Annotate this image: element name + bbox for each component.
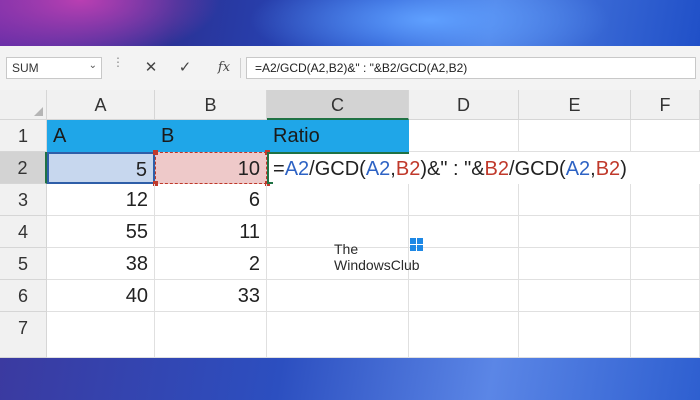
cell-f6[interactable] [631,280,700,312]
row-header-1[interactable]: 1 [0,120,47,152]
cell-a2[interactable]: 5 [47,152,155,184]
cancel-button[interactable]: ✕ [140,57,162,79]
cell-d5[interactable] [409,248,519,280]
cell-e7[interactable] [519,312,631,358]
divider [240,58,241,78]
column-header-b[interactable]: B [155,90,267,120]
cell-d1[interactable] [409,120,519,152]
cell-e1[interactable] [519,120,631,152]
desktop-wallpaper-bottom [0,358,700,400]
row-header-3[interactable]: 3 [0,184,47,216]
cell-e4[interactable] [519,216,631,248]
cell-b7[interactable] [155,312,267,358]
name-box-value: SUM [12,61,39,75]
formula-bar: SUM ⌄ ⋮ ✕ ✓ fx =A2/GCD(A2,B2)&" : "&B2/G… [0,46,700,91]
cell-d4[interactable] [409,216,519,248]
watermark: The WindowsClub [334,241,420,273]
cell-a4[interactable]: 55 [47,216,155,248]
cell-f1[interactable] [631,120,700,152]
windows-logo-icon [410,238,423,251]
watermark-line-2: WindowsClub [334,257,420,273]
formula-text: =A2/GCD(A2,B2)&" : "&B2/GCD(A2,B2) [255,61,468,75]
in-cell-formula[interactable]: =A2/GCD(A2,B2)&" : "&B2/GCD(A2,B2) [273,154,631,184]
cell-b4[interactable]: 11 [155,216,267,248]
row-header-4[interactable]: 4 [0,216,47,248]
cell-f3[interactable] [631,184,700,216]
cell-f7[interactable] [631,312,700,358]
cell-d3[interactable] [409,184,519,216]
row-header-6[interactable]: 6 [0,280,47,312]
desktop-wallpaper-top [0,0,700,46]
cell-e3[interactable] [519,184,631,216]
cell-f5[interactable] [631,248,700,280]
column-header-c[interactable]: C [267,90,409,120]
column-header-e[interactable]: E [519,90,631,120]
row-header-2[interactable]: 2 [0,152,47,184]
chevron-down-icon[interactable]: ⌄ [89,60,97,71]
cell-f4[interactable] [631,216,700,248]
insert-function-button[interactable]: fx [213,57,235,79]
enter-button[interactable]: ✓ [174,57,196,79]
cell-a5[interactable]: 38 [47,248,155,280]
cell-c7[interactable] [267,312,409,358]
cell-a1[interactable]: A [47,120,155,152]
resize-handle[interactable] [153,150,158,155]
column-header-d[interactable]: D [409,90,519,120]
cell-d6[interactable] [409,280,519,312]
drag-handle-icon[interactable]: ⋮ [112,56,124,68]
cell-c6[interactable] [267,280,409,312]
cell-a3[interactable]: 12 [47,184,155,216]
cell-e6[interactable] [519,280,631,312]
cell-c1[interactable]: Ratio [267,120,409,152]
cell-b1[interactable]: B [155,120,267,152]
cell-a7[interactable] [47,312,155,358]
spreadsheet-window: SUM ⌄ ⋮ ✕ ✓ fx =A2/GCD(A2,B2)&" : "&B2/G… [0,46,700,358]
column-header-f[interactable]: F [631,90,700,120]
cell-e5[interactable] [519,248,631,280]
select-all-button[interactable] [0,90,47,120]
cell-b6[interactable]: 33 [155,280,267,312]
column-header-a[interactable]: A [47,90,155,120]
name-box[interactable]: SUM ⌄ [6,57,102,79]
cell-c2-editing[interactable]: =A2/GCD(A2,B2)&" : "&B2/GCD(A2,B2) [267,152,631,184]
cell-b5[interactable]: 2 [155,248,267,280]
formula-input[interactable]: =A2/GCD(A2,B2)&" : "&B2/GCD(A2,B2) [246,57,696,79]
cell-c3[interactable] [267,184,409,216]
cell-b3[interactable]: 6 [155,184,267,216]
cell-d7[interactable] [409,312,519,358]
cell-a6[interactable]: 40 [47,280,155,312]
cell-b2[interactable]: 10 [155,152,267,184]
row-header-7[interactable]: 7 [0,312,47,358]
row-header-5[interactable]: 5 [0,248,47,280]
watermark-line-1: The [334,241,359,257]
